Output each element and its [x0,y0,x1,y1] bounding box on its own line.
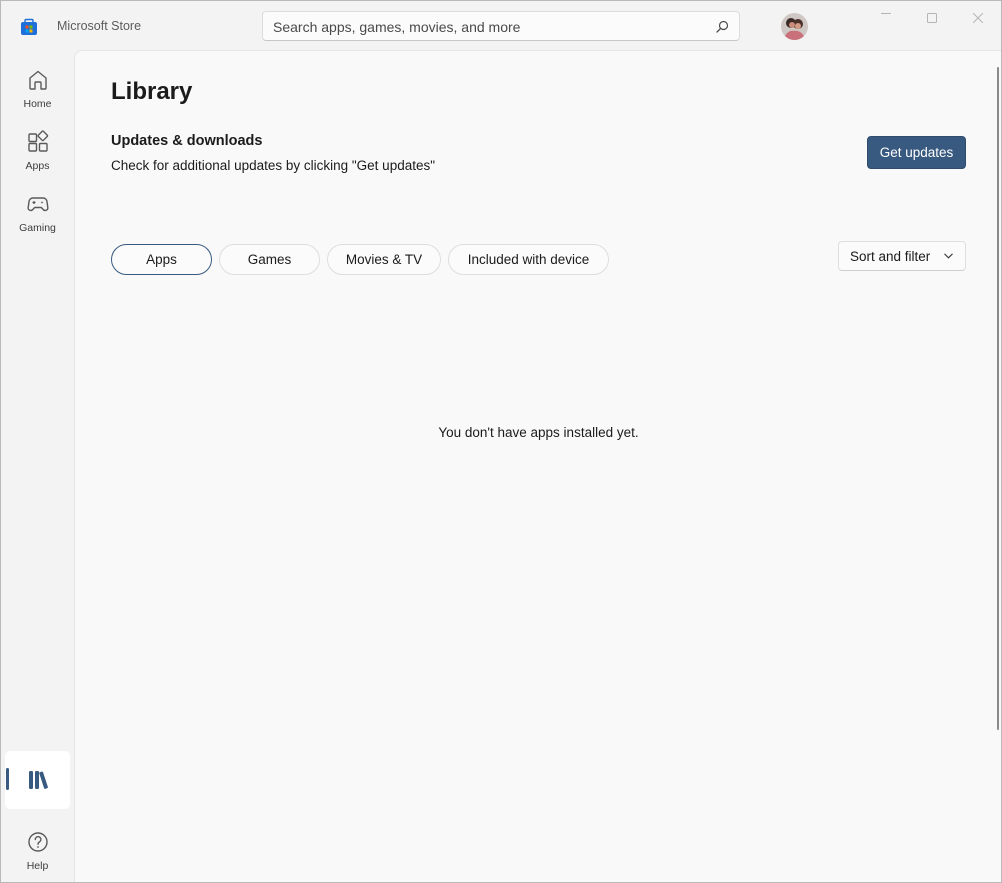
sidebar-item-apps[interactable]: Apps [5,121,70,177]
search-icon[interactable] [716,20,729,33]
avatar[interactable] [781,13,808,40]
search-input[interactable] [273,18,693,36]
scrollbar[interactable] [997,67,999,730]
apps-icon [28,130,49,152]
sidebar-item-home[interactable]: Home [5,59,70,115]
search-box[interactable] [262,11,740,41]
user-avatar-icon [781,13,808,40]
title-bar: Microsoft Store [1,1,1001,51]
help-icon [28,832,48,852]
minimize-button[interactable] [863,1,909,35]
close-icon [973,13,983,23]
home-icon [29,70,47,90]
sidebar-item-help[interactable]: Help [5,821,70,877]
close-button[interactable] [955,1,1001,35]
sidebar: Home Apps Gaming Help [1,51,74,882]
empty-state-message: You don't have apps installed yet. [438,425,639,440]
store-logo-icon [21,18,37,35]
filter-games[interactable]: Games [219,244,320,275]
section-title: Updates & downloads [111,133,263,149]
sidebar-item-label: Gaming [19,222,56,234]
sidebar-item-gaming[interactable]: Gaming [5,183,70,239]
sidebar-item-label: Help [26,860,49,872]
maximize-button[interactable] [909,1,955,35]
sort-and-filter-button[interactable]: Sort and filter [838,241,966,271]
maximize-icon [927,13,937,23]
app-title: Microsoft Store [57,19,142,33]
section-description: Check for additional updates by clicking… [111,158,436,173]
store-window: Microsoft Store Search apps, games, movi… [0,0,1002,883]
filter-included-with-device[interactable]: Included with device [448,244,609,275]
main-content: Library Updates & downloads Check for ad… [74,50,1001,882]
selection-indicator [6,768,9,790]
get-updates-button[interactable]: Get updates [867,136,966,169]
filter-apps[interactable]: Apps [111,244,212,275]
filter-movies-tv[interactable]: Movies & TV [327,244,441,275]
sidebar-item-library[interactable] [5,751,70,809]
library-icon [29,771,48,789]
chevron-down-icon [944,253,953,259]
sort-label: Sort and filter [850,249,931,264]
sidebar-item-label: Home [23,98,52,110]
page-title: Library [111,78,193,105]
minimize-icon [881,13,891,14]
gaming-icon [27,197,49,212]
sidebar-item-label: Apps [25,160,50,172]
